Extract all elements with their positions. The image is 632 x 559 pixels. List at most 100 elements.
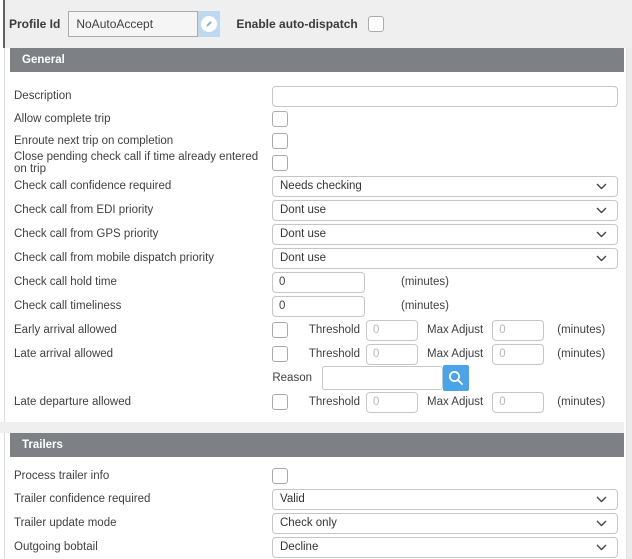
process-trailer-info-label: Process trailer info: [14, 470, 272, 482]
trailer-confidence-label: Trailer confidence required: [14, 493, 272, 505]
selected-value: Dont use: [280, 252, 326, 264]
late-departure-max-adjust-input[interactable]: [492, 392, 544, 413]
outgoing-bobtail-label: Outgoing bobtail: [14, 541, 272, 553]
row-check-call-mobile-priority: Check call from mobile dispatch priority…: [10, 246, 624, 270]
check-call-confidence-label: Check call confidence required: [14, 180, 272, 192]
early-arrival-label: Early arrival allowed: [14, 324, 272, 336]
section-header-general: General: [10, 48, 624, 72]
profile-id-label: Profile Id: [9, 17, 60, 31]
late-arrival-threshold-input[interactable]: [366, 344, 418, 365]
pencil-circle-icon: [201, 16, 217, 32]
description-input[interactable]: [272, 86, 618, 107]
row-allow-complete-trip: Allow complete trip: [10, 108, 624, 130]
chevron-down-icon: [596, 255, 607, 262]
process-trailer-info-checkbox[interactable]: [272, 468, 288, 484]
reason-input[interactable]: [322, 366, 443, 390]
early-arrival-max-adjust-input[interactable]: [492, 320, 544, 341]
row-late-departure: Late departure allowed Threshold Max Adj…: [10, 390, 624, 414]
right-gutter: [626, 48, 632, 559]
minutes-suffix: (minutes): [557, 324, 605, 336]
max-adjust-label: Max Adjust: [427, 324, 483, 336]
chevron-down-icon: [596, 183, 607, 190]
row-description: Description: [10, 84, 624, 108]
close-pending-check-call-label: Close pending check call if time already…: [14, 151, 272, 175]
check-call-mobile-priority-select[interactable]: Dont use: [272, 248, 618, 269]
row-close-pending-check-call: Close pending check call if time already…: [10, 152, 624, 174]
minutes-suffix: (minutes): [401, 300, 449, 312]
selected-value: Valid: [280, 493, 305, 505]
check-call-timeliness-input[interactable]: [272, 296, 365, 317]
check-call-confidence-select[interactable]: Needs checking: [272, 176, 618, 197]
profile-topbar: Profile Id Enable auto-dispatch: [5, 0, 632, 48]
close-pending-check-call-checkbox[interactable]: [272, 155, 288, 171]
edit-profile-id-button[interactable]: [198, 11, 220, 37]
row-check-call-gps-priority: Check call from GPS priority Dont use: [10, 222, 624, 246]
threshold-label: Threshold: [288, 348, 360, 360]
check-call-mobile-priority-label: Check call from mobile dispatch priority: [14, 252, 272, 264]
selected-value: Dont use: [280, 228, 326, 240]
chevron-down-icon: [596, 231, 607, 238]
max-adjust-label: Max Adjust: [427, 396, 483, 408]
check-call-hold-time-label: Check call hold time: [14, 276, 272, 288]
section-title: General: [22, 54, 65, 66]
enable-auto-dispatch-label: Enable auto-dispatch: [236, 17, 357, 31]
chevron-down-icon: [596, 207, 607, 214]
search-icon: [448, 370, 464, 386]
late-departure-label: Late departure allowed: [14, 396, 272, 408]
section-header-trailers: Trailers: [10, 433, 624, 457]
early-arrival-checkbox[interactable]: [272, 322, 288, 338]
row-late-arrival-reason: Reason: [10, 366, 624, 390]
row-trailer-update-mode: Trailer update mode Check only: [10, 511, 624, 535]
trailer-update-mode-select[interactable]: Check only: [272, 513, 618, 534]
late-arrival-checkbox[interactable]: [272, 346, 288, 362]
selected-value: Decline: [280, 541, 318, 553]
minutes-suffix: (minutes): [557, 396, 605, 408]
row-check-call-hold-time: Check call hold time (minutes): [10, 270, 624, 294]
minutes-suffix: (minutes): [401, 276, 449, 288]
late-arrival-label: Late arrival allowed: [14, 348, 272, 360]
panel-left-border: [4, 48, 5, 559]
section-general-body: Description Allow complete trip Enroute …: [10, 72, 624, 422]
allow-complete-trip-checkbox[interactable]: [272, 111, 288, 127]
threshold-label: Threshold: [288, 324, 360, 336]
trailer-update-mode-label: Trailer update mode: [14, 517, 272, 529]
selected-value: Dont use: [280, 204, 326, 216]
row-process-trailer-info: Process trailer info: [10, 465, 624, 487]
row-early-arrival: Early arrival allowed Threshold Max Adju…: [10, 318, 624, 342]
max-adjust-label: Max Adjust: [427, 348, 483, 360]
check-call-edi-priority-label: Check call from EDI priority: [14, 204, 272, 216]
check-call-gps-priority-select[interactable]: Dont use: [272, 224, 618, 245]
row-enroute-next-trip: Enroute next trip on completion: [10, 130, 624, 152]
row-check-call-edi-priority: Check call from EDI priority Dont use: [10, 198, 624, 222]
description-label: Description: [14, 90, 272, 102]
row-check-call-timeliness: Check call timeliness (minutes): [10, 294, 624, 318]
profile-id-input[interactable]: [68, 11, 198, 37]
enable-auto-dispatch-checkbox[interactable]: [368, 16, 384, 32]
row-late-arrival: Late arrival allowed Threshold Max Adjus…: [10, 342, 624, 366]
late-departure-threshold-input[interactable]: [366, 392, 418, 413]
reason-label: Reason: [270, 372, 312, 384]
check-call-hold-time-input[interactable]: [272, 272, 365, 293]
row-check-call-confidence: Check call confidence required Needs che…: [10, 174, 624, 198]
section-gap: [0, 422, 624, 433]
early-arrival-threshold-input[interactable]: [366, 320, 418, 341]
enroute-next-trip-label: Enroute next trip on completion: [14, 135, 272, 147]
threshold-label: Threshold: [288, 396, 360, 408]
late-arrival-max-adjust-input[interactable]: [492, 344, 544, 365]
check-call-gps-priority-label: Check call from GPS priority: [14, 228, 272, 240]
selected-value: Check only: [280, 517, 337, 529]
selected-value: Needs checking: [280, 180, 362, 192]
reason-search-button[interactable]: [443, 365, 469, 391]
late-departure-checkbox[interactable]: [272, 394, 288, 410]
chevron-down-icon: [596, 520, 607, 527]
chevron-down-icon: [596, 496, 607, 503]
trailer-confidence-select[interactable]: Valid: [272, 489, 618, 510]
outgoing-bobtail-select[interactable]: Decline: [272, 537, 618, 558]
chevron-down-icon: [596, 544, 607, 551]
row-outgoing-bobtail: Outgoing bobtail Decline: [10, 535, 624, 559]
enroute-next-trip-checkbox[interactable]: [272, 133, 288, 149]
check-call-edi-priority-select[interactable]: Dont use: [272, 200, 618, 221]
check-call-timeliness-label: Check call timeliness: [14, 300, 272, 312]
section-title: Trailers: [22, 439, 63, 451]
minutes-suffix: (minutes): [557, 348, 605, 360]
